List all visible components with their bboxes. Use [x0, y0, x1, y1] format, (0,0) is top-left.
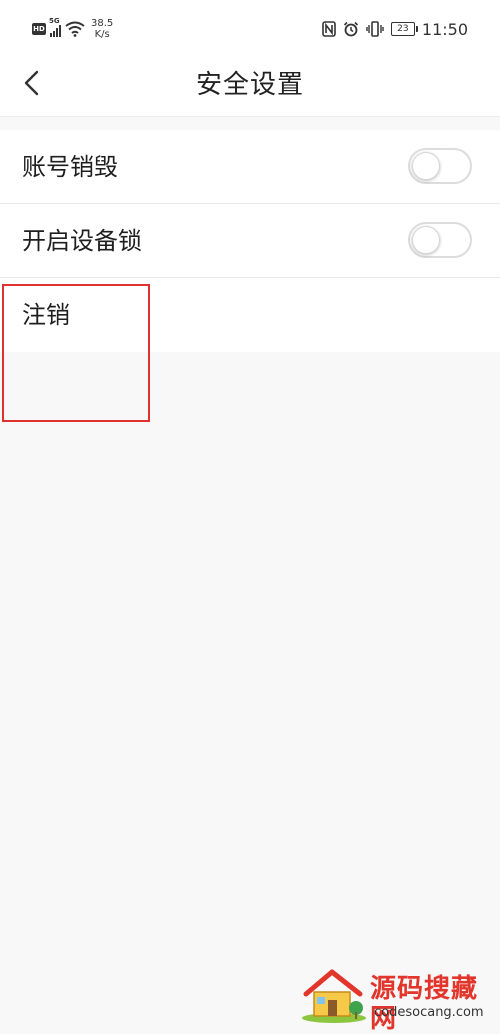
status-bar: HD 5G 38.5 K/s 23 11:50 [0, 0, 500, 54]
network-speed-value: 38.5 [91, 18, 114, 29]
page-title: 安全设置 [195, 70, 304, 100]
section-spacer [0, 116, 500, 130]
status-bar-right: 23 11:50 [322, 16, 468, 42]
settings-item-label: 开启设备锁 [22, 227, 142, 255]
toggle-knob [412, 226, 440, 254]
status-bar-left: HD 5G 38.5 K/s [32, 16, 113, 42]
house-logo-icon [298, 968, 368, 1028]
network-type-label: 5G [49, 17, 60, 25]
network-speed-unit: K/s [94, 29, 110, 40]
vibrate-icon [366, 21, 384, 37]
watermark: 源码搜藏网 codesocang.com [298, 968, 498, 1034]
nfc-icon [322, 21, 336, 37]
account-destroy-toggle[interactable] [408, 148, 472, 184]
app-header: 安全设置 [0, 54, 500, 116]
settings-item-account-destroy[interactable]: 账号销毁 [0, 130, 500, 204]
watermark-url: codesocang.com [374, 1005, 484, 1020]
hd-badge: HD [32, 23, 46, 35]
annotation-highlight-box [2, 284, 150, 422]
alarm-icon [343, 21, 359, 37]
battery-icon: 23 [390, 22, 418, 36]
toggle-knob [412, 152, 440, 180]
network-speed: 38.5 K/s [91, 18, 113, 40]
wifi-icon [65, 21, 85, 37]
settings-item-device-lock[interactable]: 开启设备锁 [0, 204, 500, 278]
watermark-title: 源码搜藏网 [370, 974, 479, 1034]
settings-item-label: 账号销毁 [22, 153, 118, 181]
device-lock-toggle[interactable] [408, 222, 472, 258]
cell-signal-icon: 5G [49, 17, 61, 37]
clock-time: 11:50 [421, 19, 468, 39]
